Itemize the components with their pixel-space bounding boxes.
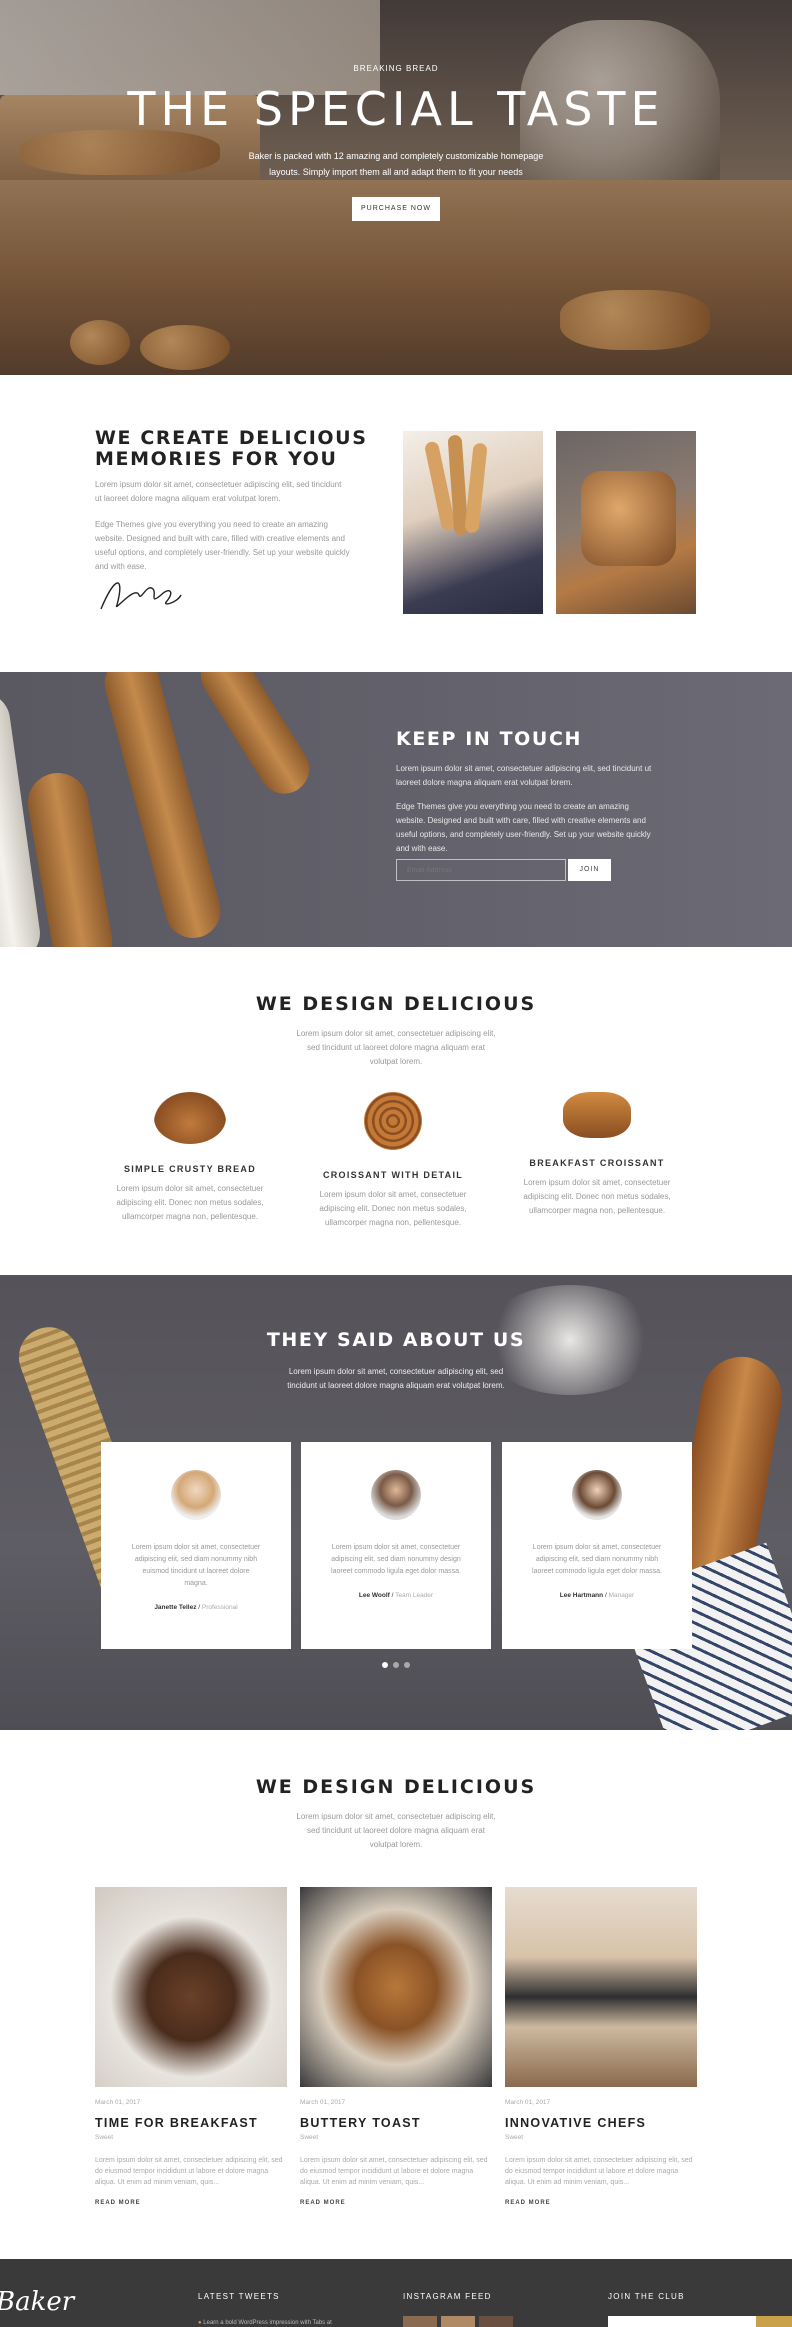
- design-subtitle: Lorem ipsum dolor sit amet, consectetuer…: [296, 1029, 496, 1066]
- twitter-icon: ●: [198, 2320, 202, 2326]
- blog-title: WE DESIGN DELICIOUS: [255, 1776, 537, 1798]
- author-role: Team Leader: [395, 1592, 434, 1599]
- testimonial-card: Lorem ipsum dolor sit amet, consectetuer…: [301, 1442, 491, 1649]
- instagram-thumb[interactable]: [479, 2316, 513, 2327]
- feature-item: BREAKFAST CROISSANT Lorem ipsum dolor si…: [522, 1092, 672, 1218]
- testimonial-card: Lorem ipsum dolor sit amet, consectetuer…: [101, 1442, 291, 1649]
- testimonial-quote: Lorem ipsum dolor sit amet, consectetuer…: [532, 1544, 662, 1575]
- instagram-thumb[interactable]: [403, 2316, 437, 2327]
- about-text: Lorem ipsum dolor sit amet, consectetuer…: [95, 480, 342, 503]
- feature-title: BREAKFAST CROISSANT: [529, 1158, 665, 1168]
- blog-post: March 01, 2017 INNOVATIVE CHEFS Sweet Lo…: [505, 1887, 697, 2206]
- read-more-link[interactable]: READ MORE: [95, 2200, 287, 2206]
- hero-title: THE SPECIAL TASTE: [127, 82, 665, 136]
- carousel-dot[interactable]: [393, 1662, 399, 1668]
- feature-desc: Lorem ipsum dolor sit amet, consectetuer…: [523, 1178, 671, 1215]
- blog-post: March 01, 2017 BUTTERY TOAST Sweet Lorem…: [300, 1887, 492, 2206]
- post-excerpt: Lorem ipsum dolor sit amet, consectetuer…: [300, 2157, 488, 2186]
- testimonial-quote: Lorem ipsum dolor sit amet, consectetuer…: [331, 1544, 461, 1575]
- post-category[interactable]: Sweet: [505, 2134, 697, 2141]
- author-name: Lee Woolf: [358, 1592, 390, 1599]
- footer-logo[interactable]: Baker: [0, 2287, 74, 2317]
- avatar: [371, 1470, 421, 1520]
- testimonials-title: THEY SAID ABOUT US: [266, 1329, 526, 1351]
- testimonials-subtitle: Lorem ipsum dolor sit amet, consectetuer…: [287, 1367, 505, 1390]
- post-date: March 01, 2017: [300, 2099, 346, 2106]
- testimonial-author: Lee Hartmann / Manager: [559, 1592, 635, 1599]
- post-date: March 01, 2017: [505, 2099, 551, 2106]
- carousel-dot[interactable]: [404, 1662, 410, 1668]
- author-role: Professional: [201, 1604, 238, 1611]
- read-more-link[interactable]: READ MORE: [505, 2200, 697, 2206]
- testimonial-author: Lee Woolf / Team Leader: [358, 1592, 434, 1599]
- feature-title: CROISSANT WITH DETAIL: [322, 1170, 464, 1180]
- feature-title: SIMPLE CRUSTY BREAD: [123, 1164, 257, 1174]
- croissant-icon: [154, 1092, 226, 1144]
- tweets-heading: LATEST TWEETS: [198, 2292, 280, 2301]
- post-category[interactable]: Sweet: [95, 2134, 287, 2141]
- post-title[interactable]: BUTTERY TOAST: [300, 2116, 492, 2130]
- post-date: March 01, 2017: [95, 2099, 141, 2106]
- club-submit-button[interactable]: [756, 2316, 792, 2327]
- tweet-item[interactable]: ● Learn a bold WordPress impression with…: [198, 2320, 332, 2326]
- photo-sliced-loaf: [556, 431, 696, 614]
- carousel-dot-active[interactable]: [382, 1662, 388, 1668]
- post-image[interactable]: [300, 1887, 492, 2087]
- feature-item: SIMPLE CRUSTY BREAD Lorem ipsum dolor si…: [115, 1092, 265, 1224]
- newsletter-title: KEEP IN TOUCH: [396, 728, 582, 750]
- feature-desc: Lorem ipsum dolor sit amet, consectetuer…: [319, 1190, 467, 1227]
- instagram-heading: INSTAGRAM FEED: [403, 2292, 492, 2301]
- post-image[interactable]: [95, 1887, 287, 2087]
- read-more-link[interactable]: READ MORE: [300, 2200, 492, 2206]
- post-excerpt: Lorem ipsum dolor sit amet, consectetuer…: [95, 2157, 283, 2186]
- avatar: [171, 1470, 221, 1520]
- blog-post: March 01, 2017 TIME FOR BREAKFAST Sweet …: [95, 1887, 287, 2206]
- tweet-text: Learn a bold WordPress impression with T…: [203, 2320, 332, 2326]
- hero-eyebrow: BREAKING BREAD: [353, 64, 439, 73]
- purchase-button[interactable]: PURCHASE NOW: [352, 197, 440, 221]
- author-name: Janette Tellez: [154, 1604, 197, 1611]
- photo-woman-with-bread: [403, 431, 543, 614]
- author-name: Lee Hartmann: [559, 1592, 604, 1599]
- testimonial-author: Janette Tellez / Professional: [154, 1604, 238, 1611]
- feature-item: CROISSANT WITH DETAIL Lorem ipsum dolor …: [318, 1092, 468, 1230]
- feature-desc: Lorem ipsum dolor sit amet, consectetuer…: [116, 1184, 264, 1221]
- signature-image: [100, 582, 182, 610]
- hero-overlay: [0, 0, 792, 375]
- post-title[interactable]: INNOVATIVE CHEFS: [505, 2116, 697, 2130]
- newsletter-text: Edge Themes give you everything you need…: [396, 802, 651, 853]
- post-title[interactable]: TIME FOR BREAKFAST: [95, 2116, 287, 2130]
- cinnamon-roll-icon: [364, 1092, 422, 1150]
- avatar: [572, 1470, 622, 1520]
- pastry-icon: [563, 1092, 631, 1138]
- instagram-thumb[interactable]: [441, 2316, 475, 2327]
- post-image[interactable]: [505, 1887, 697, 2087]
- about-title: WE CREATE DELICIOUS MEMORIES FOR YOU: [95, 427, 368, 470]
- testimonial-card: Lorem ipsum dolor sit amet, consectetuer…: [502, 1442, 692, 1649]
- post-excerpt: Lorem ipsum dolor sit amet, consectetuer…: [505, 2157, 693, 2186]
- testimonial-quote: Lorem ipsum dolor sit amet, consectetuer…: [131, 1544, 261, 1587]
- join-club-heading: JOIN THE CLUB: [608, 2292, 685, 2301]
- design-title: WE DESIGN DELICIOUS: [255, 993, 537, 1015]
- hero-subtitle: Baker is packed with 12 amazing and comp…: [248, 151, 544, 177]
- baguette-image: [191, 672, 319, 804]
- email-field[interactable]: [396, 859, 566, 881]
- post-category[interactable]: Sweet: [300, 2134, 492, 2141]
- blog-subtitle: Lorem ipsum dolor sit amet, consectetuer…: [296, 1812, 496, 1849]
- author-role: Manager: [608, 1592, 635, 1599]
- baguette-image: [98, 672, 227, 945]
- newsletter-text: Lorem ipsum dolor sit amet, consectetuer…: [396, 764, 652, 787]
- hero-section: [0, 0, 792, 375]
- join-button[interactable]: JOIN: [568, 859, 611, 881]
